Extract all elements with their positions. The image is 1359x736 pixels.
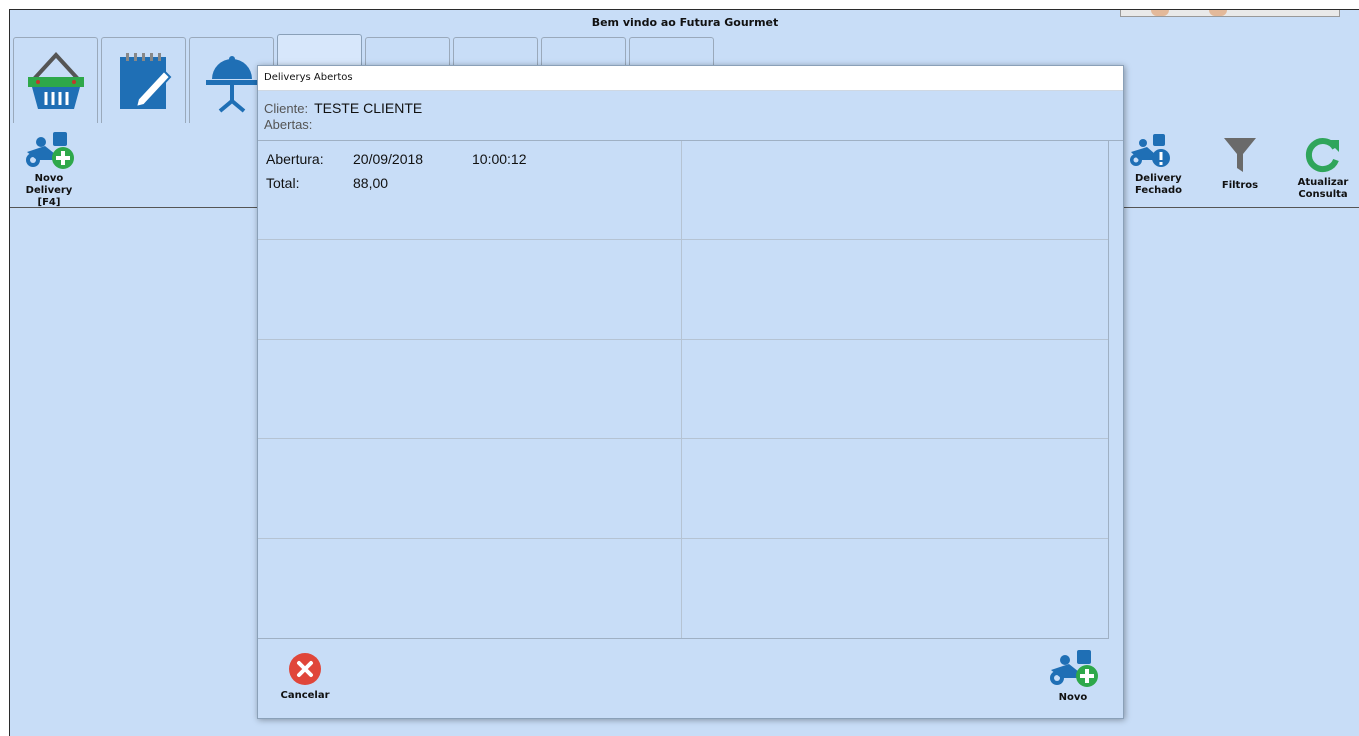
dialog-title: Deliverys Abertos — [258, 66, 1123, 91]
opening-label: Abertura: — [266, 151, 324, 167]
app-title: Bem vindo ao Futura Gourmet — [591, 16, 779, 29]
client-value: TESTE CLIENTE — [314, 100, 423, 116]
order-slot-empty — [682, 539, 1108, 638]
moto-alert-icon — [1130, 134, 1170, 167]
refresh-button[interactable]: Atualizar Consulta — [1293, 134, 1353, 201]
opening-time: 10:00:12 — [472, 151, 527, 167]
new-button[interactable]: Novo — [1042, 648, 1104, 703]
client-label: Cliente: — [264, 101, 309, 116]
total-value: 88,00 — [353, 175, 389, 191]
new-delivery-label-1: Novo Delivery — [25, 173, 73, 196]
closed-delivery-button[interactable]: Delivery Fechado — [1125, 130, 1183, 197]
filters-button[interactable]: Filtros — [1215, 134, 1265, 192]
cancel-button[interactable]: Cancelar — [278, 652, 332, 701]
brand-logo — [1120, 10, 1340, 17]
order-slot-empty — [258, 538, 682, 638]
refresh-label-2: Consulta — [1298, 189, 1348, 200]
filters-label: Filtros — [1221, 180, 1259, 191]
tab-basket[interactable] — [13, 37, 98, 123]
order-slot-empty — [682, 240, 1108, 340]
order-slot-empty — [682, 340, 1108, 440]
moto-add-icon — [1050, 650, 1098, 687]
order-slot-empty — [258, 339, 682, 440]
client-info: Cliente: TESTE CLIENTE Abertas: — [264, 98, 422, 132]
closed-delivery-label-1: Delivery — [1135, 173, 1182, 184]
order-card[interactable]: Abertura: 20/09/2018 10:00:12 Total: 88,… — [258, 141, 682, 241]
notepad-pencil-icon — [119, 52, 171, 109]
order-slot-empty — [682, 141, 1108, 241]
basket-icon — [27, 51, 84, 109]
open-orders-label: Abertas: — [264, 117, 313, 132]
total-label: Total: — [266, 175, 300, 191]
refresh-label-1: Atualizar — [1297, 177, 1349, 188]
funnel-icon — [1224, 138, 1256, 172]
order-slot-empty — [682, 439, 1108, 539]
cancel-label: Cancelar — [280, 690, 330, 701]
tab-orders[interactable] — [101, 37, 186, 123]
served-dish-table-icon — [205, 55, 258, 113]
new-label: Novo — [1058, 692, 1088, 703]
order-slot-empty — [258, 439, 682, 539]
open-deliveries-dialog: Deliverys Abertos Cliente: TESTE CLIENTE … — [257, 65, 1124, 719]
moto-add-icon — [26, 132, 74, 169]
refresh-icon — [1305, 138, 1339, 172]
opening-date: 20/09/2018 — [353, 151, 424, 167]
close-icon — [289, 653, 321, 685]
closed-delivery-label-2: Fechado — [1135, 185, 1183, 196]
new-delivery-button[interactable]: Novo Delivery [F4] — [14, 130, 84, 209]
orders-grid: Abertura: 20/09/2018 10:00:12 Total: 88,… — [258, 141, 1109, 639]
order-slot-empty — [258, 240, 682, 340]
